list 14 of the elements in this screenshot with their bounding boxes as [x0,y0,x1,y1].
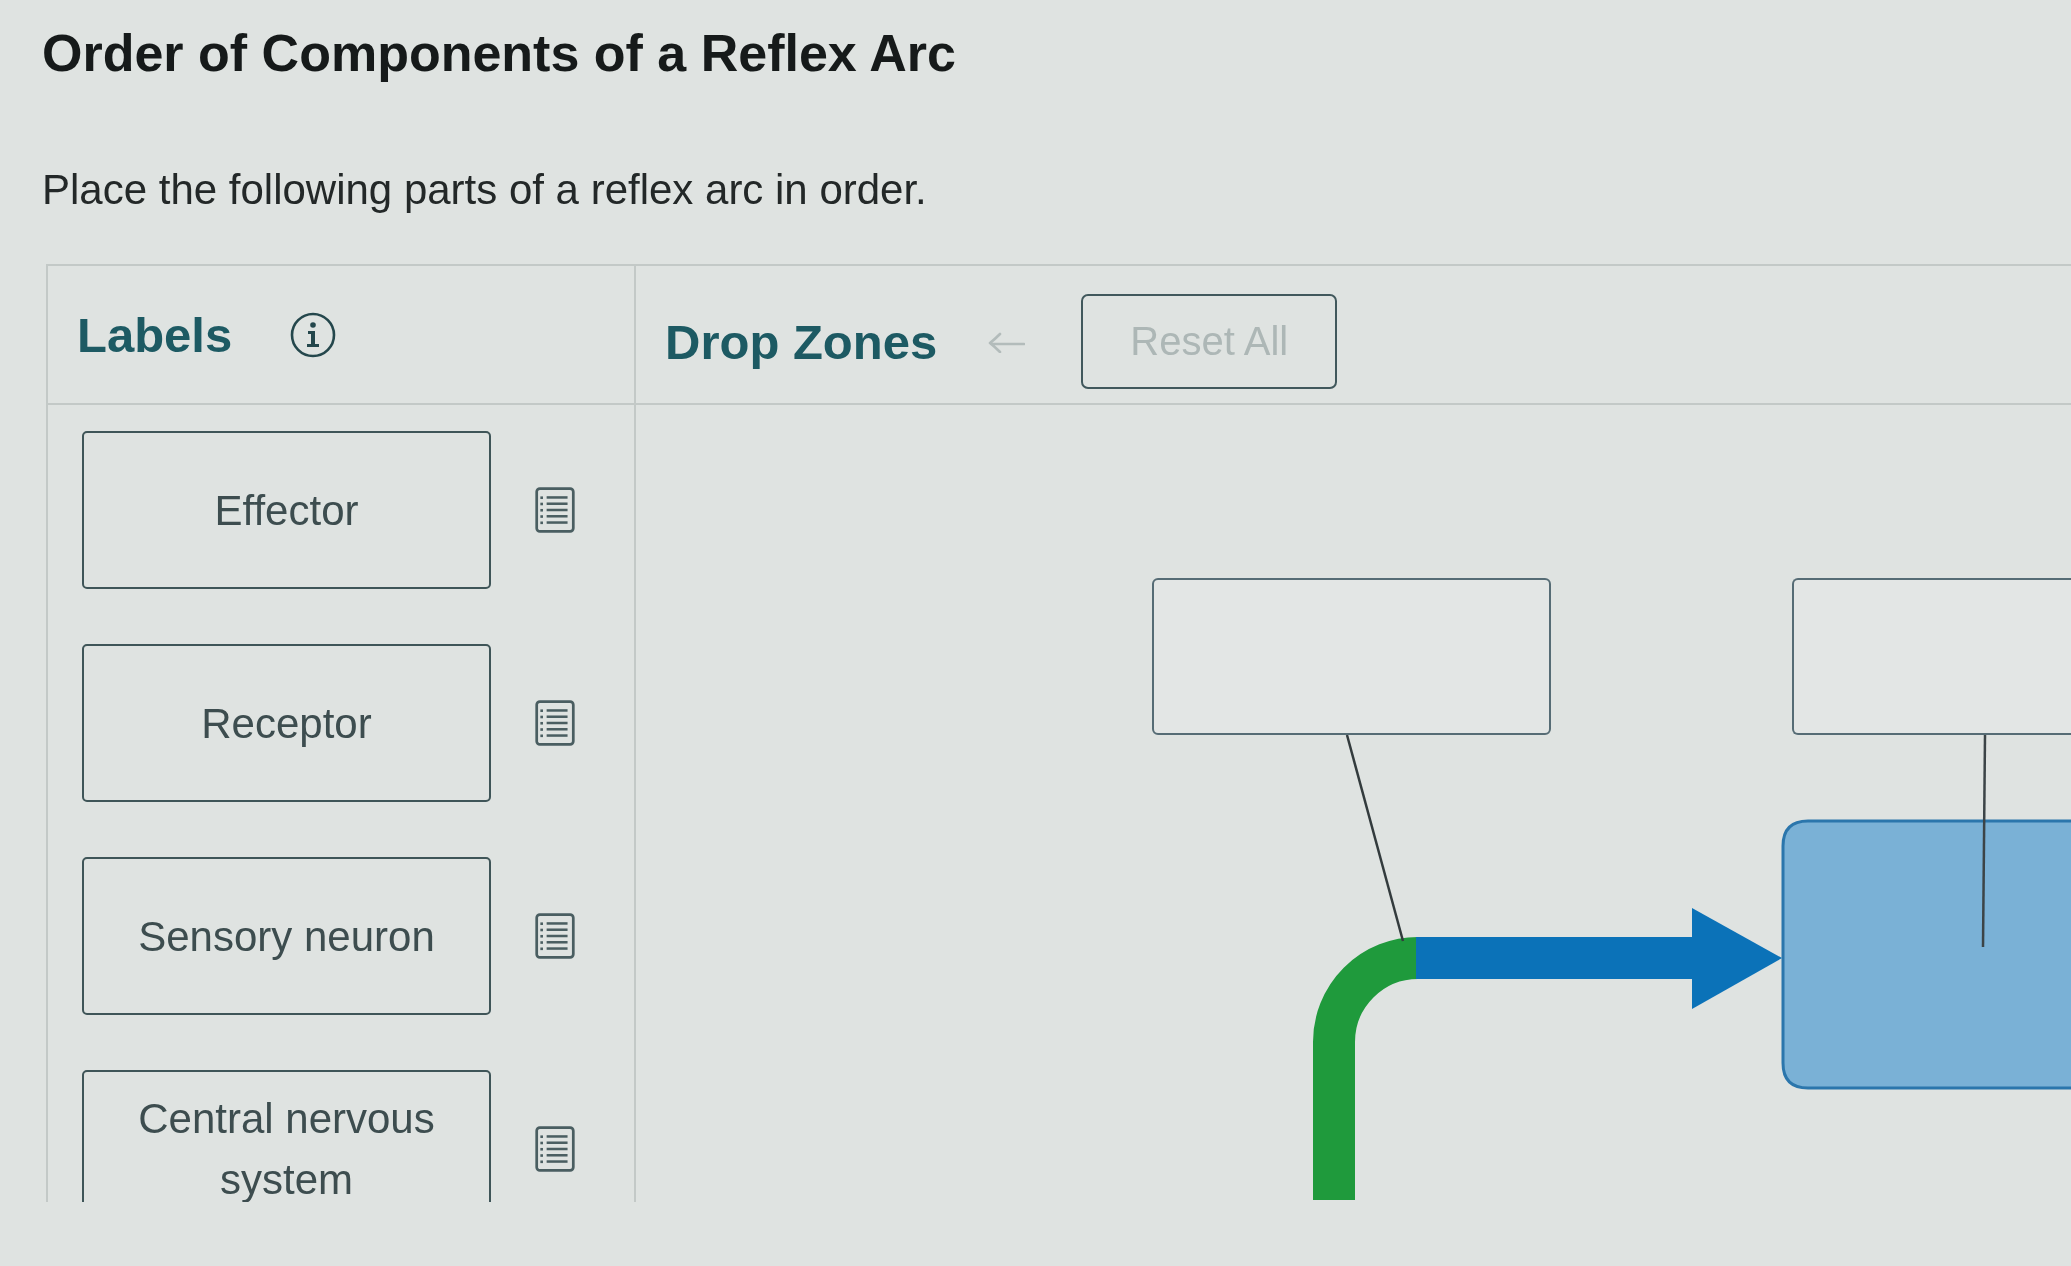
notes-icon[interactable] [535,487,575,533]
drop-zone[interactable] [1792,578,2071,735]
label-card[interactable]: Receptor [82,644,491,802]
drop-zones-heading: Drop Zones [665,313,938,370]
notes-icon[interactable] [535,700,575,746]
notes-icon[interactable] [535,913,575,959]
label-card[interactable]: Sensory neuron [82,857,491,1015]
info-icon[interactable] [290,311,337,358]
notes-icon[interactable] [535,1126,575,1172]
instructions-text: Place the following parts of a reflex arc in order. [42,165,927,215]
page-title: Order of Components of a Reflex Arc [42,23,956,84]
labels-heading: Labels [77,306,233,363]
label-card[interactable]: Effector [82,431,491,589]
drop-zone[interactable] [1152,578,1551,735]
